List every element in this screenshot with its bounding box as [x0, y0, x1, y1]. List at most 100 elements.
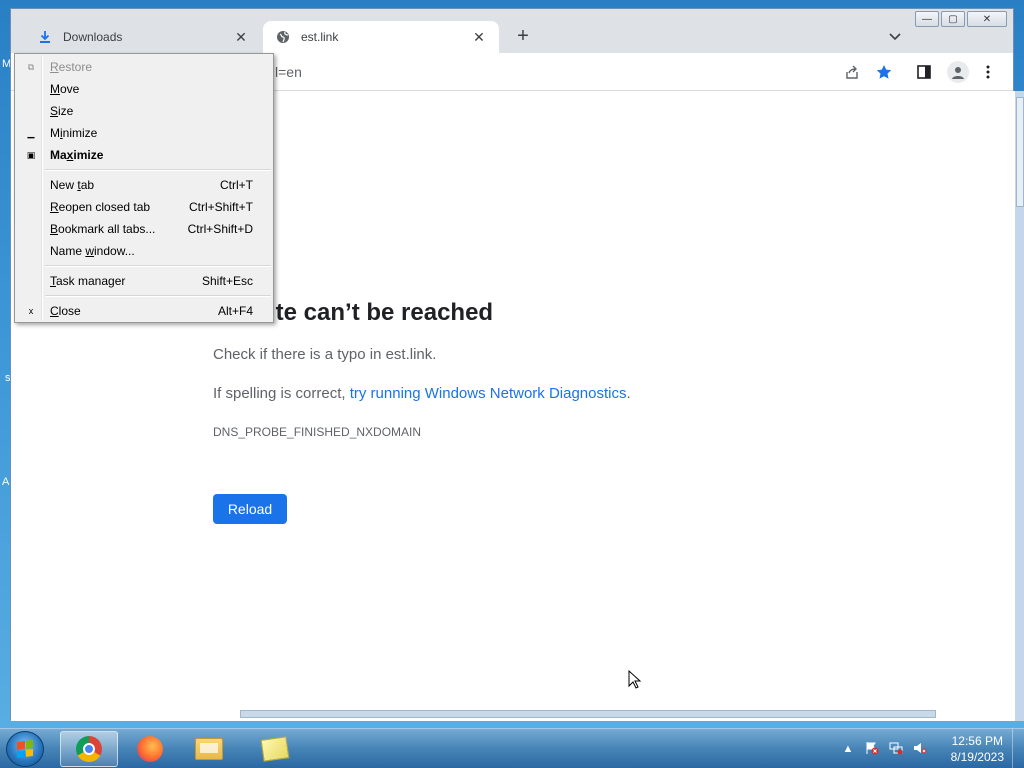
share-icon[interactable] — [843, 63, 861, 81]
clock-date: 8/19/2023 — [950, 750, 1004, 764]
menu-item-size[interactable]: Size — [17, 100, 271, 122]
menu-item-label: Minimize — [50, 126, 98, 140]
minimize-icon: ▁ — [27, 127, 35, 138]
menu-item-label: Bookmark all tabs... — [50, 222, 156, 236]
close-icon[interactable]: ✕ — [471, 29, 487, 45]
show-desktop-button[interactable] — [1012, 729, 1024, 768]
access-key: i — [60, 126, 63, 140]
menu-item-task-manager[interactable]: Task manager Shift+Esc — [17, 270, 271, 292]
menu-item-restore[interactable]: ⧉ Restore — [17, 56, 271, 78]
error-suggestion-prefix: If spelling is correct, — [213, 385, 350, 402]
network-diagnostics-link[interactable]: try running Windows Network Diagnostics — [350, 385, 627, 402]
horizontal-scrollbar[interactable] — [240, 710, 936, 718]
chrome-icon — [76, 736, 102, 762]
mouse-cursor-icon — [628, 670, 642, 689]
access-key: B — [50, 222, 59, 236]
maximize-icon: ▣ — [26, 149, 36, 160]
menu-item-accelerator: Ctrl+Shift+D — [187, 222, 253, 236]
window-system-menu: ⧉ Restore Move Size ▁ Minimize ▣ Maximize N… — [14, 53, 274, 323]
access-key: t — [77, 178, 81, 192]
new-tab-button[interactable]: + — [513, 26, 533, 47]
download-icon — [37, 29, 53, 45]
menu-item-label: Name window... — [50, 244, 135, 258]
taskbar-file-explorer[interactable] — [180, 731, 238, 767]
menu-item-accelerator: Alt+F4 — [217, 304, 253, 318]
access-key: x — [66, 148, 74, 162]
tab-downloads[interactable]: Downloads ✕ — [25, 21, 261, 53]
system-tray: ▲ 12:56 PM 8/19/2023 — [840, 729, 1024, 768]
restore-icon: ⧉ — [27, 61, 35, 72]
maximize-window-button[interactable]: ▢ — [941, 11, 965, 27]
menu-item-reopen-closed-tab[interactable]: Reopen closed tab Ctrl+Shift+T — [17, 196, 271, 218]
volume-muted-icon[interactable] — [912, 741, 928, 757]
error-suggestion-typo: Check if there is a typo in est.link. — [213, 346, 437, 363]
close-icon: x — [28, 306, 34, 316]
access-key: C — [50, 304, 59, 318]
menu-item-bookmark-all-tabs[interactable]: Bookmark all tabs... Ctrl+Shift+D — [17, 218, 271, 240]
minimize-icon: — — [922, 13, 932, 25]
menu-item-minimize[interactable]: ▁ Minimize — [17, 122, 271, 144]
menu-item-label: Maximize — [50, 148, 104, 162]
error-title: ite can’t be reached — [269, 299, 494, 326]
menu-item-accelerator: Ctrl+T — [220, 178, 253, 192]
access-key: S — [50, 104, 59, 118]
close-icon: ✕ — [982, 13, 992, 25]
menu-item-label: New tab — [50, 178, 95, 192]
close-window-button[interactable]: ✕ — [967, 11, 1007, 27]
menu-item-label: Size — [50, 104, 74, 118]
menu-item-label: Restore — [50, 60, 93, 74]
error-suggestion-suffix: . — [626, 385, 631, 402]
menu-item-label: Move — [50, 82, 80, 96]
error-code: DNS_PROBE_FINISHED_NXDOMAIN — [213, 425, 422, 439]
menu-item-new-tab[interactable]: New tab Ctrl+T — [17, 174, 271, 196]
scroll-thumb[interactable] — [1016, 97, 1024, 207]
sticky-notes-icon — [260, 736, 290, 762]
menu-item-label: Close — [50, 304, 81, 318]
access-key: R — [50, 60, 59, 74]
menu-item-label: Reopen closed tab — [50, 200, 151, 214]
access-key: T — [50, 274, 56, 288]
network-icon[interactable] — [888, 741, 904, 757]
menu-item-label: Task manager — [50, 274, 126, 288]
menu-separator — [45, 169, 271, 171]
start-button[interactable] — [6, 731, 44, 767]
menu-item-move[interactable]: Move — [17, 78, 271, 100]
profile-icon[interactable] — [947, 61, 969, 83]
error-suggestion-diagnostics: If spelling is correct, try running Wind… — [213, 385, 631, 402]
menu-item-close[interactable]: x Close Alt+F4 — [17, 300, 271, 322]
address-bar-text[interactable]: l=en — [275, 64, 302, 80]
reload-button[interactable]: Reload — [213, 494, 287, 524]
tab-strip: Downloads ✕ est.link ✕ + — ▢ ✕ — [11, 9, 1013, 53]
menu-item-name-window[interactable]: Name window... — [17, 240, 271, 262]
access-key: M — [50, 82, 60, 96]
maximize-icon: ▢ — [948, 13, 958, 25]
window-caption-buttons: — ▢ ✕ — [915, 11, 1007, 27]
desktop-scrollbar[interactable] — [1015, 91, 1024, 721]
show-hidden-icons-arrow[interactable]: ▲ — [840, 741, 856, 757]
menu-item-accelerator: Ctrl+Shift+T — [188, 200, 253, 214]
taskbar-sticky-notes[interactable] — [246, 731, 304, 767]
close-icon[interactable]: ✕ — [233, 29, 249, 45]
more-menu-icon[interactable] — [979, 63, 997, 81]
taskbar-chrome[interactable] — [60, 731, 118, 767]
access-key: w — [85, 244, 95, 258]
tab-title: Downloads — [63, 30, 123, 44]
system-clock[interactable]: 12:56 PM 8/19/2023 — [951, 733, 1004, 765]
tab-search-chevron-icon[interactable] — [885, 27, 905, 47]
menu-separator — [45, 295, 271, 297]
menu-separator — [45, 265, 271, 267]
file-explorer-icon — [195, 738, 223, 760]
firefox-icon — [137, 736, 163, 762]
globe-icon — [275, 29, 291, 45]
taskbar-firefox[interactable] — [121, 731, 179, 767]
menu-item-maximize[interactable]: ▣ Maximize — [17, 144, 271, 166]
clock-time: 12:56 PM — [951, 734, 1003, 748]
bookmark-star-icon[interactable] — [875, 63, 893, 81]
desktop-icon-label-fragment: A — [2, 476, 10, 488]
menu-item-accelerator: Shift+Esc — [201, 274, 253, 288]
action-center-flag-icon[interactable] — [864, 741, 880, 757]
side-panel-icon[interactable] — [915, 63, 933, 81]
minimize-window-button[interactable]: — — [915, 11, 939, 27]
windows-logo-icon — [17, 739, 33, 759]
tab-est-link[interactable]: est.link ✕ — [263, 21, 499, 53]
